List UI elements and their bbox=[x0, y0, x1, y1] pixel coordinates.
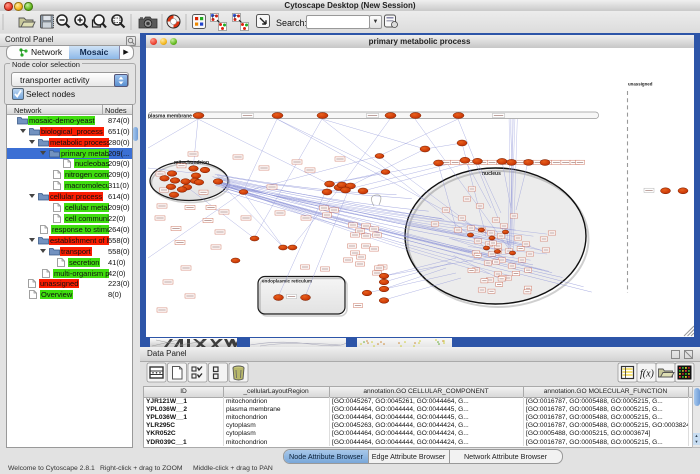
svg-text:f(x): f(x) bbox=[640, 369, 655, 380]
svg-text:Search:: Search: bbox=[276, 18, 307, 28]
svg-text:unassigned: unassigned bbox=[628, 82, 653, 87]
svg-text:nucleus: nucleus bbox=[482, 171, 501, 177]
svg-text:plasma membrane: plasma membrane bbox=[148, 114, 192, 120]
svg-text:endoplasmic reticulum: endoplasmic reticulum bbox=[262, 279, 312, 284]
